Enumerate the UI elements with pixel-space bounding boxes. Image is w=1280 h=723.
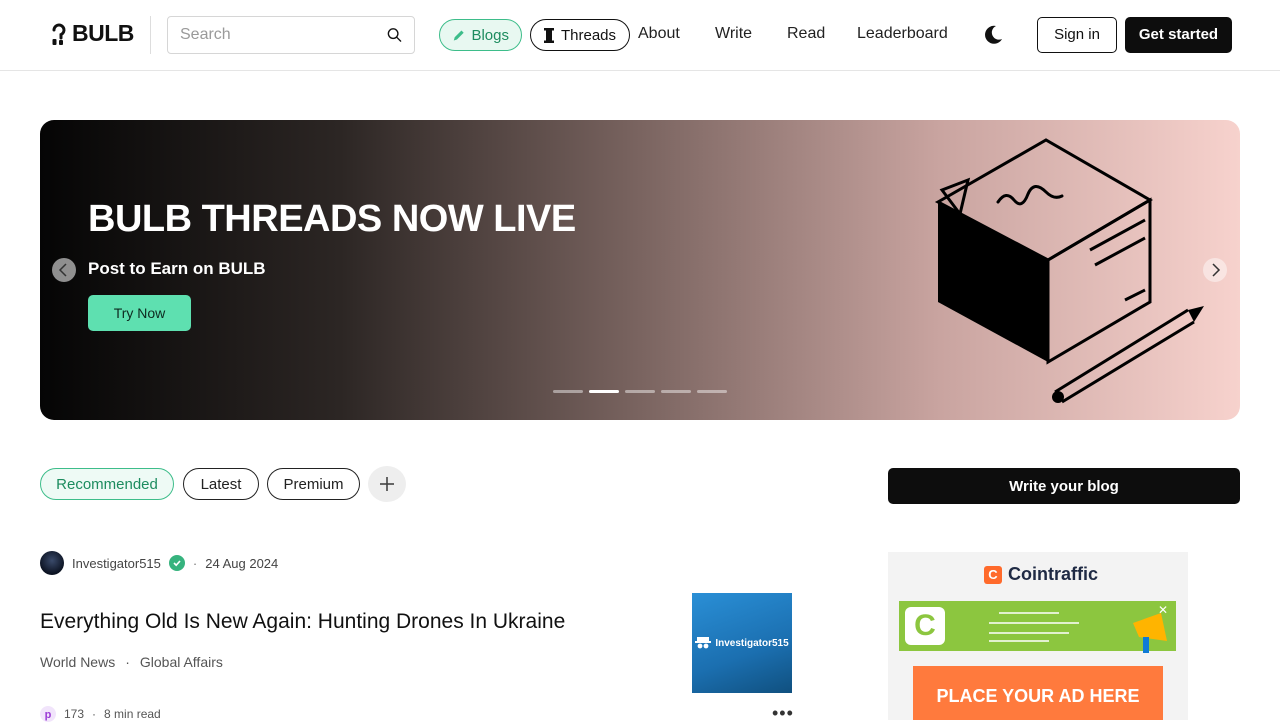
article-thumbnail[interactable]: Investigator515 <box>692 593 792 693</box>
carousel-dot[interactable] <box>553 390 583 393</box>
tag-global-affairs[interactable]: Global Affairs <box>140 654 223 670</box>
tag-world-news[interactable]: World News <box>40 654 115 670</box>
sign-in-button[interactable]: Sign in <box>1037 17 1117 53</box>
tab-latest[interactable]: Latest <box>183 468 259 500</box>
ad-brand-name: Cointraffic <box>1008 564 1098 584</box>
hero-title: BULB THREADS NOW LIVE <box>88 198 576 240</box>
carousel-indicators <box>553 390 727 393</box>
advertisement-banner[interactable]: C Cointraffic C ✕ PLACE YOUR AD HERE <box>888 552 1188 720</box>
svg-text:p: p <box>45 709 52 721</box>
chevron-left-icon <box>58 263 67 277</box>
threads-label: Threads <box>561 26 617 44</box>
author-avatar[interactable] <box>40 551 64 575</box>
nav-leaderboard[interactable]: Leaderboard <box>857 25 948 43</box>
get-started-button[interactable]: Get started <box>1125 17 1232 53</box>
nav-write[interactable]: Write <box>715 25 752 43</box>
box-pencil-illustration <box>934 138 1204 404</box>
author-name[interactable]: Investigator515 <box>72 556 161 571</box>
add-tab-button[interactable] <box>368 466 406 502</box>
separator-dot: · <box>92 707 97 721</box>
moon-icon <box>985 25 1002 44</box>
verified-badge-icon <box>168 555 185 571</box>
write-blog-button[interactable]: Write your blog <box>888 468 1240 504</box>
carousel-dot[interactable] <box>697 390 727 393</box>
like-count: 173 <box>64 707 85 721</box>
bulb-logo-icon <box>52 23 66 45</box>
carousel-prev-button[interactable] <box>52 258 76 282</box>
separator-dot: · <box>192 555 198 571</box>
carousel-dot[interactable] <box>661 390 691 393</box>
thumbnail-label: Investigator515 <box>715 637 789 649</box>
nav-about[interactable]: About <box>638 25 680 43</box>
header-divider <box>150 16 151 54</box>
article-title[interactable]: Everything Old Is New Again: Hunting Dro… <box>40 610 565 634</box>
spool-icon <box>544 27 554 43</box>
pencil-icon <box>453 30 464 40</box>
bulb-logo[interactable]: BULB <box>50 20 134 47</box>
ad-text-lines <box>989 612 1079 642</box>
blogs-label: Blogs <box>471 26 509 44</box>
tab-recommended[interactable]: Recommended <box>40 468 174 500</box>
read-time: 8 min read <box>104 707 161 721</box>
nav-read[interactable]: Read <box>787 25 825 43</box>
ad-cta[interactable]: PLACE YOUR AD HERE <box>913 666 1163 720</box>
tab-premium[interactable]: Premium <box>267 468 360 500</box>
article-tags: World News · Global Affairs <box>40 654 223 670</box>
hero-carousel: BULB THREADS NOW LIVE Post to Earn on BU… <box>40 120 1240 420</box>
ad-green-banner: C ✕ <box>899 601 1176 653</box>
separator-dot: · <box>125 654 130 670</box>
search-icon[interactable] <box>387 24 402 46</box>
carousel-dot-active[interactable] <box>589 390 619 393</box>
search-input[interactable] <box>180 26 387 44</box>
article-author-row: Investigator515 · 24 Aug 2024 <box>40 551 278 575</box>
article-date: 24 Aug 2024 <box>205 555 279 571</box>
site-header: BULB Blogs Threads About Write Read Lead… <box>0 0 1280 71</box>
blogs-toggle[interactable]: Blogs <box>439 19 522 51</box>
carousel-dot[interactable] <box>625 390 655 393</box>
cointraffic-logo-icon: C <box>984 565 1002 584</box>
spy-logo-icon <box>695 637 712 649</box>
ad-brand: C Cointraffic <box>984 564 1098 585</box>
dark-mode-toggle[interactable] <box>982 24 1004 51</box>
ad-c-logo-icon: C <box>905 607 945 645</box>
plus-icon <box>380 477 394 491</box>
more-options-icon[interactable]: ••• <box>772 704 794 722</box>
threads-toggle[interactable]: Threads <box>530 19 630 51</box>
megaphone-icon <box>1133 613 1167 653</box>
try-now-button[interactable]: Try Now <box>88 295 191 331</box>
logo-text: BULB <box>72 20 134 46</box>
hero-subtitle: Post to Earn on BULB <box>88 259 266 278</box>
search-box[interactable] <box>167 16 415 54</box>
